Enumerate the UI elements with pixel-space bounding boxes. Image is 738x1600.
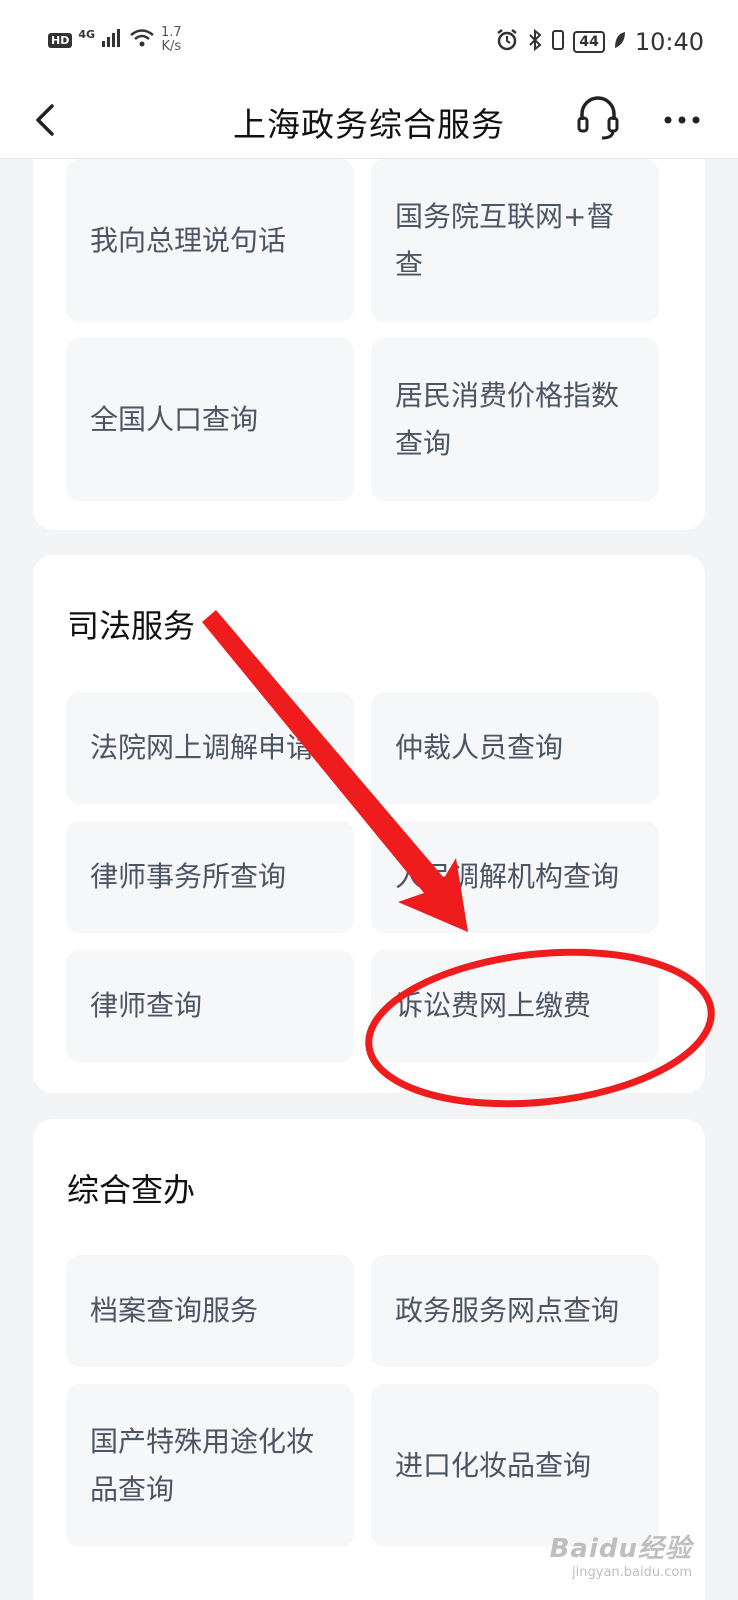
watermark-brand: Baidu经验 [549, 1534, 692, 1564]
service-label: 居民消费价格指数查询 [395, 378, 620, 460]
more-dots-icon [656, 116, 708, 150]
vibrate-icon [551, 28, 565, 56]
service-tile[interactable]: 进口化妆品查询 [371, 1384, 659, 1547]
hd-badge: HD [48, 32, 73, 48]
card-judicial-services: 司法服务 法院网上调解申请 仲裁人员查询 律师事务所查询 人民调解机构查询 律师… [33, 555, 705, 1093]
service-label: 进口化妆品查询 [395, 1448, 592, 1482]
service-tile[interactable]: 仲裁人员查询 [371, 692, 659, 804]
service-label: 国产特殊用途化妆品查询 [90, 1424, 315, 1506]
headset-icon [572, 96, 624, 148]
service-tile[interactable]: 法院网上调解申请 [66, 692, 354, 804]
network-speed: 1.7 K/s [161, 26, 182, 54]
wifi-icon [129, 28, 155, 52]
section-title: 综合查办 [67, 1171, 196, 1209]
service-label: 仲裁人员查询 [395, 731, 564, 764]
watermark: Baidu经验 jingyan.baidu.com [550, 1528, 692, 1580]
more-button[interactable] [656, 94, 708, 146]
service-label: 国务院互联网+督查 [395, 199, 615, 281]
service-label: 诉讼费网上缴费 [395, 989, 592, 1022]
status-bar: HD 4G 1.7 K/s 44 10:40 [0, 0, 738, 82]
watermark-site: jingyan.baidu.com [572, 1565, 692, 1580]
status-left: HD 4G 1.7 K/s [48, 26, 182, 54]
nav-bar: 上海政务综合服务 [0, 82, 738, 159]
service-tile[interactable]: 全国人口查询 [66, 338, 354, 501]
service-tile[interactable]: 我向总理说句话 [66, 159, 354, 322]
network-type: 4G [78, 27, 96, 41]
section-title: 司法服务 [67, 607, 196, 645]
clock: 10:40 [634, 28, 704, 56]
service-tile[interactable]: 国产特殊用途化妆品查询 [66, 1384, 354, 1547]
service-label: 档案查询服务 [90, 1294, 259, 1327]
service-label: 人民调解机构查询 [395, 860, 620, 893]
service-tile[interactable]: 律师事务所查询 [66, 821, 354, 933]
service-label: 我向总理说句话 [90, 223, 287, 257]
battery-level: 44 [573, 31, 605, 53]
litigation-fee-payment-tile[interactable]: 诉讼费网上缴费 [371, 950, 659, 1062]
content-scroll[interactable]: 我向总理说句话 国务院互联网+督查 全国人口查询 居民消费价格指数查询 司法服务… [0, 159, 738, 1600]
status-right: 44 10:40 [495, 28, 704, 56]
service-label: 律师事务所查询 [90, 860, 287, 893]
service-tile[interactable]: 律师查询 [66, 950, 354, 1062]
service-label: 法院网上调解申请 [90, 731, 315, 764]
service-tile[interactable]: 档案查询服务 [66, 1255, 354, 1367]
service-label: 律师查询 [90, 989, 203, 1022]
service-tile[interactable]: 人民调解机构查询 [371, 821, 659, 933]
service-tile[interactable]: 居民消费价格指数查询 [371, 338, 659, 501]
speed-unit: K/s [161, 39, 182, 54]
speed-value: 1.7 [161, 25, 182, 40]
service-tile[interactable]: 国务院互联网+督查 [371, 159, 659, 322]
bluetooth-icon [527, 28, 543, 56]
service-label: 政务服务网点查询 [395, 1294, 620, 1327]
leaf-icon [613, 30, 627, 54]
service-tile[interactable]: 政务服务网点查询 [371, 1255, 659, 1367]
card-top-services: 我向总理说句话 国务院互联网+督查 全国人口查询 居民消费价格指数查询 [33, 159, 705, 530]
service-label: 全国人口查询 [90, 402, 259, 436]
signal-icon [101, 28, 123, 52]
page-title: 上海政务综合服务 [233, 105, 505, 144]
alarm-icon [495, 28, 519, 56]
customer-service-button[interactable] [572, 92, 624, 144]
